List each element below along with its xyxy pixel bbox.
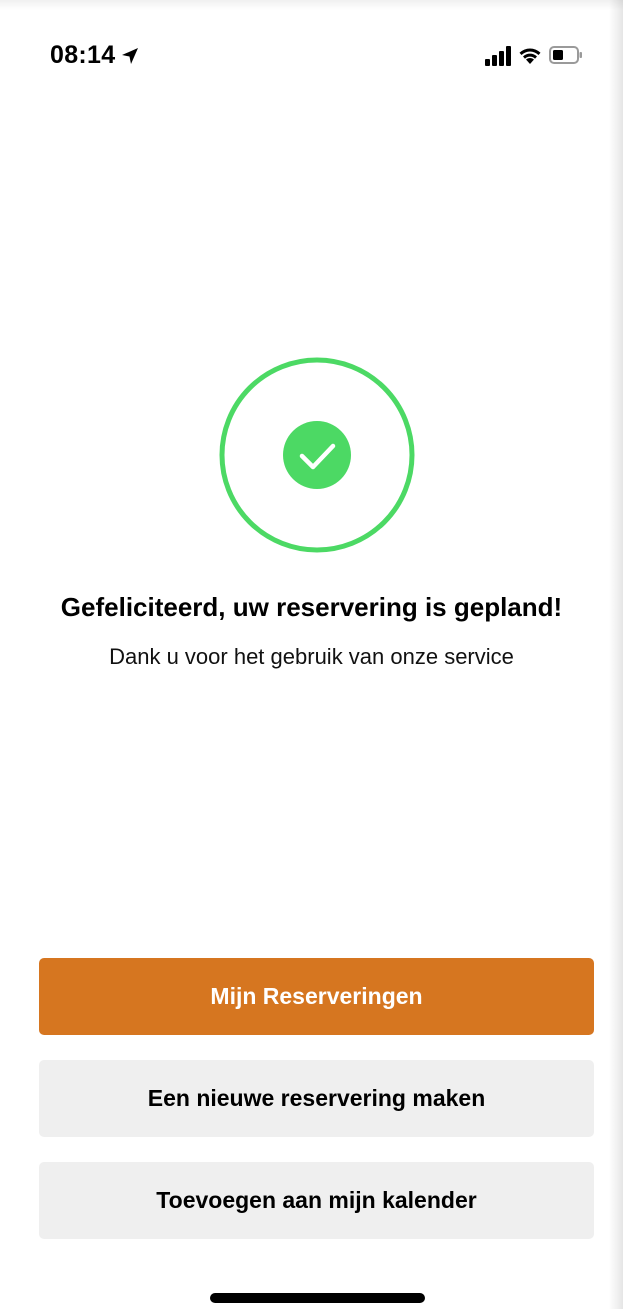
wifi-icon	[519, 48, 541, 64]
battery-icon	[549, 46, 582, 64]
status-time: 08:14	[50, 41, 116, 69]
signal-bars-icon	[485, 46, 511, 66]
status-bar: 08:14	[50, 38, 595, 72]
location-arrow-icon	[122, 48, 138, 64]
confirmation-screen: 08:14 Gefeliciteerd, uw reservering is g…	[0, 0, 623, 1309]
device-top-shadow	[0, 0, 623, 10]
my-reservations-button[interactable]: Mijn Reserveringen	[39, 958, 594, 1035]
success-title: Gefeliciteerd, uw reservering is gepland…	[60, 592, 563, 622]
status-icons	[485, 38, 595, 72]
checkmark-circle-icon	[219, 357, 415, 553]
new-reservation-button[interactable]: Een nieuwe reservering maken	[39, 1060, 594, 1137]
add-to-calendar-button[interactable]: Toevoegen aan mijn kalender	[39, 1162, 594, 1239]
success-subtitle: Dank u voor het gebruik van onze service	[109, 644, 514, 669]
home-indicator[interactable]	[210, 1293, 425, 1303]
